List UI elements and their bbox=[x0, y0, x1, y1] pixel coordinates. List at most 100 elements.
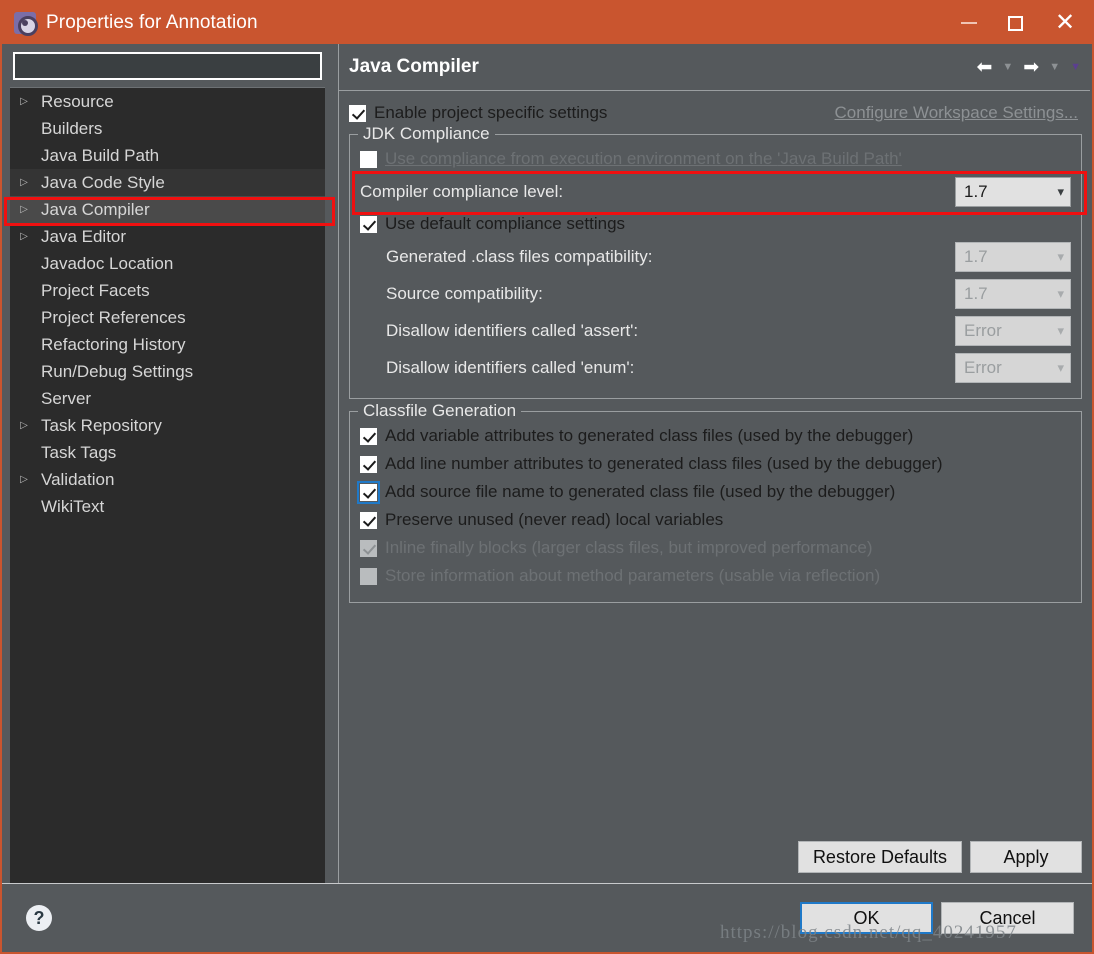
back-history-caret-down-icon[interactable]: ▼ bbox=[999, 60, 1016, 75]
compliance-sub-label: Generated .class files compatibility: bbox=[386, 246, 653, 266]
compliance-sub-select: 1.7 ▾ bbox=[955, 241, 1071, 272]
compliance-sub-row: Generated .class files compatibility: 1.7… bbox=[386, 238, 1071, 275]
maximize-button[interactable] bbox=[992, 2, 1038, 44]
sidebar-item-run-debug-settings[interactable]: ▷Run/Debug Settings bbox=[10, 358, 325, 385]
gear-icon bbox=[14, 12, 38, 36]
sidebar-item-builders[interactable]: ▷Builders bbox=[10, 115, 325, 142]
classfile-option-checkbox[interactable]: Preserve unused (never read) local varia… bbox=[360, 506, 1071, 534]
sidebar-item-label: Javadoc Location bbox=[41, 253, 174, 273]
configure-workspace-settings-link[interactable]: Configure Workspace Settings... bbox=[835, 103, 1082, 123]
expand-arrow-icon[interactable]: ▷ bbox=[16, 96, 32, 107]
compliance-sub-label: Source compatibility: bbox=[386, 283, 543, 303]
expand-arrow-icon[interactable]: ▷ bbox=[16, 231, 32, 242]
sidebar-item-label: Java Compiler bbox=[41, 199, 150, 219]
classfile-generation-options: Add variable attributes to generated cla… bbox=[357, 422, 1071, 590]
classfile-option-label: Add variable attributes to generated cla… bbox=[385, 426, 914, 445]
page-content: Enable project specific settings Configu… bbox=[339, 91, 1092, 841]
checkbox-box bbox=[360, 539, 377, 557]
sidebar-item-java-code-style[interactable]: ▷ Java Code Style bbox=[10, 169, 325, 196]
enable-project-specific-settings-label: Enable project specific settings bbox=[374, 103, 608, 122]
sidebar-item-label: Task Repository bbox=[41, 415, 162, 435]
sidebar-item-project-references[interactable]: ▷Project References bbox=[10, 304, 325, 331]
compliance-sub-label: Disallow identifiers called 'assert': bbox=[386, 320, 639, 340]
use-execution-environment-checkbox[interactable]: Use compliance from execution environmen… bbox=[360, 145, 1071, 173]
sidebar-item-project-facets[interactable]: ▷Project Facets bbox=[10, 277, 325, 304]
java-build-path-link: 'Java Build Path' bbox=[777, 149, 902, 168]
expand-arrow-icon[interactable]: ▷ bbox=[16, 204, 32, 215]
arrow-right-icon[interactable]: ➡ bbox=[1020, 56, 1042, 79]
watermark: https://blog.csdn.net/qq_40241957 bbox=[720, 922, 1017, 943]
settings-detail-pane: Java Compiler ⬅ ▼ ➡ ▼ ▼ Enable project s… bbox=[338, 44, 1092, 883]
classfile-option-checkbox[interactable]: Add variable attributes to generated cla… bbox=[360, 422, 1071, 450]
classfile-option-checkbox[interactable]: Add line number attributes to generated … bbox=[360, 450, 1071, 478]
sidebar-item-javadoc-location[interactable]: ▷Javadoc Location bbox=[10, 250, 325, 277]
classfile-option-label: Add source file name to generated class … bbox=[385, 482, 896, 501]
page-action-buttons: Restore Defaults Apply bbox=[339, 841, 1092, 883]
classfile-option-label: Store information about method parameter… bbox=[385, 566, 881, 585]
settings-navigation-pane: ▷Resource▷Builders▷Java Build Path▷Java … bbox=[2, 44, 333, 883]
maximize-icon bbox=[1007, 15, 1023, 31]
sidebar-item-label: Builders bbox=[41, 118, 103, 138]
minimize-icon bbox=[961, 22, 977, 24]
compliance-sub-value: 1.7 bbox=[964, 283, 988, 303]
checkbox-box bbox=[360, 150, 377, 168]
sidebar-item-resource[interactable]: ▷ Resource bbox=[10, 88, 325, 115]
compiler-compliance-level-row: Compiler compliance level: 1.7 ▾ bbox=[360, 173, 1071, 210]
page-navigation: ⬅ ▼ ➡ ▼ ▼ bbox=[973, 56, 1084, 79]
compiler-compliance-level-select[interactable]: 1.7 ▾ bbox=[955, 176, 1071, 207]
use-default-compliance-settings-checkbox[interactable]: Use default compliance settings bbox=[360, 210, 1071, 238]
classfile-option-checkbox[interactable]: Add source file name to generated class … bbox=[357, 478, 1071, 506]
use-execution-environment-label: Use compliance from execution environmen… bbox=[385, 149, 778, 168]
sidebar-item-label: Task Tags bbox=[41, 442, 117, 462]
filter-input[interactable] bbox=[13, 52, 322, 80]
sidebar-item-refactoring-history[interactable]: ▷Refactoring History bbox=[10, 331, 325, 358]
forward-history-caret-down-icon[interactable]: ▼ bbox=[1046, 60, 1063, 75]
chevron-down-icon: ▾ bbox=[1057, 286, 1064, 301]
classfile-option-label: Add line number attributes to generated … bbox=[385, 454, 943, 473]
minimize-button[interactable] bbox=[946, 2, 992, 44]
checkbox-box bbox=[360, 511, 377, 529]
sidebar-item-task-tags[interactable]: ▷Task Tags bbox=[10, 439, 325, 466]
expand-arrow-icon[interactable]: ▷ bbox=[16, 474, 32, 485]
use-default-compliance-settings-label: Use default compliance settings bbox=[385, 214, 626, 233]
compliance-sub-row: Disallow identifiers called 'enum': Error… bbox=[386, 349, 1071, 386]
sidebar-item-label: Java Editor bbox=[41, 226, 127, 246]
enable-project-specific-settings-checkbox[interactable]: Enable project specific settings bbox=[349, 99, 607, 127]
chevron-down-icon: ▾ bbox=[1057, 249, 1064, 264]
sidebar-item-validation[interactable]: ▷ Validation bbox=[10, 466, 325, 493]
expand-arrow-icon[interactable]: ▷ bbox=[16, 177, 32, 188]
sidebar-item-label: Run/Debug Settings bbox=[41, 361, 194, 381]
arrow-left-icon[interactable]: ⬅ bbox=[973, 56, 995, 79]
chevron-down-icon: ▾ bbox=[1057, 323, 1064, 338]
sidebar-item-label: Project Facets bbox=[41, 280, 150, 300]
close-button[interactable]: ✕ bbox=[1038, 2, 1092, 44]
view-menu-caret-down-icon[interactable]: ▼ bbox=[1067, 60, 1084, 75]
classfile-generation-group: Classfile Generation Add variable attrib… bbox=[349, 401, 1082, 603]
compliance-sub-value: Error bbox=[964, 320, 1002, 340]
settings-tree[interactable]: ▷Resource▷Builders▷Java Build Path▷Java … bbox=[10, 87, 325, 883]
compliance-sub-value: Error bbox=[964, 357, 1002, 377]
question-mark-icon[interactable]: ? bbox=[26, 905, 52, 931]
sidebar-item-server[interactable]: ▷Server bbox=[10, 385, 325, 412]
classfile-option-checkbox: Inline finally blocks (larger class file… bbox=[360, 534, 1071, 562]
expand-arrow-icon[interactable]: ▷ bbox=[16, 420, 32, 431]
compliance-sub-select: Error ▾ bbox=[955, 352, 1071, 383]
sidebar-item-task-repository[interactable]: ▷ Task Repository bbox=[10, 412, 325, 439]
compiler-compliance-level-label: Compiler compliance level: bbox=[360, 181, 564, 201]
sidebar-item-java-build-path[interactable]: ▷Java Build Path bbox=[10, 142, 325, 169]
compliance-sub-label: Disallow identifiers called 'enum': bbox=[386, 357, 635, 377]
jdk-compliance-legend: JDK Compliance bbox=[358, 124, 495, 144]
checkbox-box bbox=[360, 567, 377, 585]
sidebar-item-wikitext[interactable]: ▷WikiText bbox=[10, 493, 325, 520]
apply-button[interactable]: Apply bbox=[970, 841, 1082, 873]
restore-defaults-button[interactable]: Restore Defaults bbox=[797, 841, 962, 873]
chevron-down-icon: ▾ bbox=[1057, 184, 1064, 199]
sidebar-item-java-editor[interactable]: ▷ Java Editor bbox=[10, 223, 325, 250]
checkbox-box bbox=[360, 455, 377, 473]
dialog-body: ▷Resource▷Builders▷Java Build Path▷Java … bbox=[2, 44, 1092, 883]
sidebar-item-label: Java Build Path bbox=[41, 145, 160, 165]
sidebar-item-java-compiler[interactable]: ▷ Java Compiler bbox=[10, 196, 325, 223]
compliance-sub-row: Disallow identifiers called 'assert': Err… bbox=[386, 312, 1071, 349]
sidebar-item-label: Server bbox=[41, 388, 92, 408]
compliance-sub-row: Source compatibility: 1.7 ▾ bbox=[386, 275, 1071, 312]
